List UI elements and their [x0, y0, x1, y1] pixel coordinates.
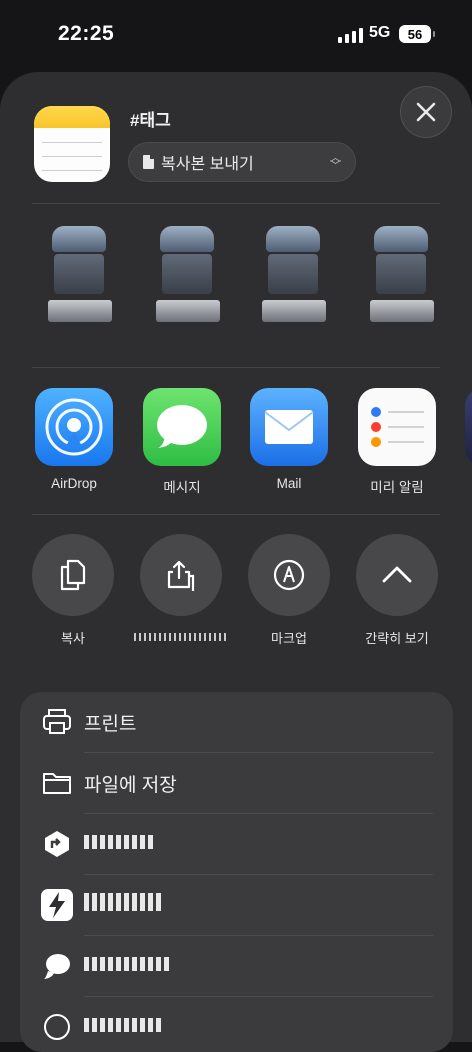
- suggested-contacts-row: [40, 220, 472, 334]
- reminders-icon: [358, 388, 436, 466]
- folder-icon: [43, 773, 71, 794]
- printer-icon: [43, 709, 71, 734]
- list-item-app[interactable]: [20, 875, 453, 935]
- close-button[interactable]: [400, 86, 452, 138]
- divider: [32, 514, 440, 515]
- share-sheet: #태그 복사본 보내기 ︿ ﹀ AirDrop 메시지 Mail 미리 알림 복…: [0, 72, 472, 1052]
- close-icon: [416, 102, 436, 122]
- share-title: #태그: [130, 111, 171, 130]
- share-app-reminders[interactable]: 미리 알림: [357, 388, 437, 496]
- list-item-label: 프린트: [84, 713, 137, 735]
- suggested-contact[interactable]: [40, 220, 118, 328]
- markup-pen-icon: [273, 559, 305, 591]
- list-item-save-to-files[interactable]: 파일에 저장: [20, 753, 453, 813]
- share-app-label: 미리 알림: [370, 480, 424, 495]
- list-item-print[interactable]: 프린트: [20, 692, 453, 752]
- action-label-obscured: [134, 632, 228, 641]
- action-label: 마크업: [271, 631, 307, 646]
- chevron-up-icon: [382, 566, 412, 583]
- app-bolt-icon: [41, 889, 73, 921]
- share-app-messages[interactable]: 메시지: [142, 388, 222, 496]
- list-item-partial[interactable]: [20, 997, 453, 1052]
- share-app-partial[interactable]: [465, 388, 472, 466]
- share-export-icon: [167, 560, 195, 591]
- status-time: 22:25: [58, 22, 115, 45]
- share-actions-list: 프린트 파일에 저장: [20, 692, 453, 1052]
- suggested-contact[interactable]: [148, 220, 226, 328]
- share-apps-row: AirDrop 메시지 Mail 미리 알림: [34, 388, 472, 498]
- battery-icon: 56: [399, 25, 435, 43]
- action-show-less[interactable]: 간략히 보기: [347, 534, 447, 647]
- suggested-contact[interactable]: [254, 220, 332, 328]
- share-app-label: AirDrop: [51, 476, 97, 491]
- app-icon: [44, 1014, 70, 1040]
- list-item-app[interactable]: [20, 814, 453, 874]
- list-item-label: 파일에 저장: [84, 774, 177, 796]
- divider: [32, 367, 440, 368]
- divider: [32, 203, 440, 204]
- suggested-contact[interactable]: [362, 220, 440, 328]
- battery-level: 56: [407, 26, 423, 42]
- status-bar: 22:25 5G 56: [0, 0, 472, 64]
- share-app-airdrop[interactable]: AirDrop: [34, 388, 114, 491]
- cellular-signal-icon: [338, 27, 364, 43]
- list-item-app[interactable]: [20, 936, 453, 996]
- share-app-label: 메시지: [163, 480, 201, 495]
- app-shortcut-icon: [45, 831, 69, 857]
- action-markup[interactable]: 마크업: [239, 534, 339, 647]
- share-app-label: Mail: [276, 476, 302, 491]
- airdrop-icon: [35, 388, 113, 466]
- action-copy[interactable]: 복사: [23, 534, 123, 647]
- send-mode-label: 복사본 보내기: [161, 156, 254, 173]
- action-export[interactable]: [131, 534, 231, 643]
- obscured-label: [84, 1018, 164, 1032]
- messages-icon: [143, 388, 221, 466]
- obscured-label: [84, 893, 164, 911]
- app-chat-icon: [44, 954, 70, 979]
- share-app-mail[interactable]: Mail: [249, 388, 329, 491]
- share-actions-row: 복사 마크업 간략히 보기: [32, 534, 472, 654]
- document-icon: [143, 155, 154, 169]
- obscured-label: [84, 957, 172, 971]
- action-label: 간략히 보기: [365, 631, 429, 646]
- notes-app-icon: [34, 106, 110, 182]
- copy-icon: [60, 559, 86, 591]
- mail-icon: [250, 388, 328, 466]
- chevron-updown-icon: ︿ ﹀: [330, 152, 341, 172]
- obscured-label: [84, 835, 154, 849]
- action-label: 복사: [61, 631, 85, 646]
- send-mode-selector[interactable]: 복사본 보내기 ︿ ﹀: [128, 142, 356, 182]
- network-type: 5G: [369, 24, 391, 41]
